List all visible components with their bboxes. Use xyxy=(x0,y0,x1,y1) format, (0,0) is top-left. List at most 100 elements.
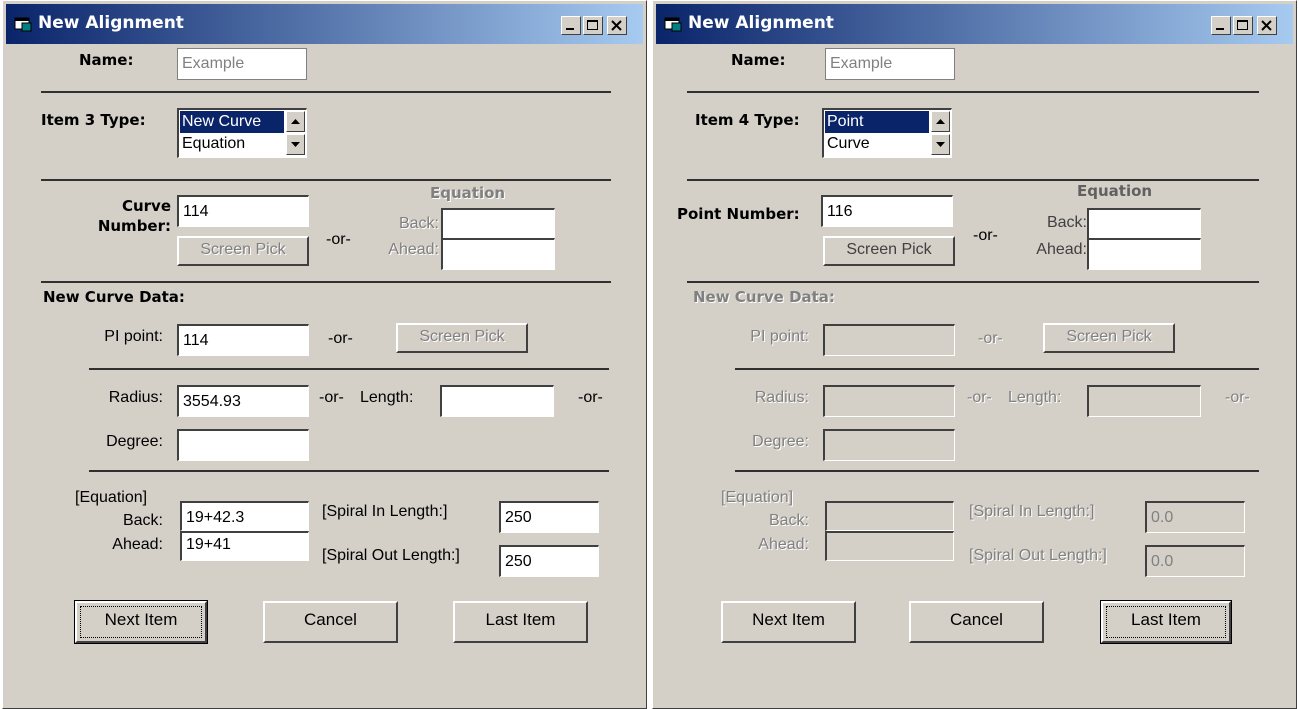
scroll-up-arrow-icon xyxy=(936,119,945,124)
scroll-down-arrow-icon xyxy=(936,142,945,147)
screen-pick-button[interactable]: Screen Pick xyxy=(177,236,309,266)
next-item-button[interactable]: Next Item xyxy=(74,600,208,644)
new-alignment-window-item3: New Alignment Name: Example Item 3 Type:… xyxy=(2,0,647,709)
item-type-listbox[interactable]: Point Curve xyxy=(822,108,952,158)
back-station-field[interactable] xyxy=(825,501,954,531)
separator xyxy=(735,470,1259,472)
item-type-label: Item 3 Type: xyxy=(41,111,146,129)
item-type-label: Item 4 Type: xyxy=(695,111,800,129)
separator xyxy=(41,281,611,283)
screen-pick-button[interactable]: Screen Pick xyxy=(823,236,955,266)
radius-field[interactable] xyxy=(823,385,955,417)
list-item-selected[interactable]: New Curve xyxy=(180,111,284,133)
or-label: -or- xyxy=(973,227,998,244)
equation-heading: Equation xyxy=(1077,182,1153,200)
back-station-field[interactable]: 19+42.3 xyxy=(180,501,309,531)
degree-label: Degree: xyxy=(106,433,163,450)
next-item-button[interactable]: Next Item xyxy=(721,601,856,643)
cancel-button[interactable]: Cancel xyxy=(263,601,398,643)
curve-number-field[interactable]: 114 xyxy=(177,195,309,227)
curve-number-label-line2: Number: xyxy=(97,217,171,235)
minimize-icon xyxy=(1216,28,1224,30)
last-item-button[interactable]: Last Item xyxy=(1100,600,1232,644)
window-title: New Alignment xyxy=(688,13,834,33)
title-bar[interactable]: New Alignment xyxy=(656,4,1293,44)
maximize-button[interactable] xyxy=(583,16,603,35)
spiral-in-length-label: [Spiral In Length:] xyxy=(969,503,1095,520)
ahead-label: Ahead: xyxy=(758,536,809,553)
spiral-in-length-field[interactable]: 250 xyxy=(499,501,599,533)
point-number-field[interactable]: 116 xyxy=(821,195,953,227)
name-label: Name: xyxy=(731,51,786,69)
or-label: -or- xyxy=(1225,389,1250,406)
pi-point-label: PI point: xyxy=(104,328,163,345)
focus-rectangle xyxy=(80,606,202,638)
eq-ahead-field[interactable] xyxy=(1087,238,1201,270)
spiral-out-length-field[interactable]: 250 xyxy=(499,545,599,577)
cancel-button[interactable]: Cancel xyxy=(909,601,1044,643)
list-item[interactable]: Equation xyxy=(180,133,284,155)
degree-field[interactable] xyxy=(177,429,309,461)
spiral-out-length-label: [Spiral Out Length:] xyxy=(969,547,1107,564)
back-label: Back: xyxy=(122,512,163,529)
separator xyxy=(89,368,609,370)
scroll-down-button[interactable] xyxy=(286,134,305,155)
screen-pick-button[interactable]: Screen Pick xyxy=(396,323,528,353)
pi-point-label: PI point: xyxy=(750,328,809,345)
separator xyxy=(89,470,609,472)
eq-back-label: Back: xyxy=(398,215,439,232)
degree-field[interactable] xyxy=(823,429,955,461)
spiral-out-length-label: [Spiral Out Length:] xyxy=(322,547,460,564)
separator xyxy=(687,179,1259,181)
eq-back-field[interactable] xyxy=(1087,208,1201,240)
ahead-station-field[interactable] xyxy=(825,531,954,561)
scroll-up-button[interactable] xyxy=(286,111,305,132)
separator xyxy=(687,91,1259,93)
spiral-in-length-field[interactable]: 0.0 xyxy=(1145,501,1245,533)
equation-bracket-label: [Equation] xyxy=(75,489,148,506)
last-item-button[interactable]: Last Item xyxy=(453,601,588,643)
or-label: -or- xyxy=(328,330,353,347)
spiral-out-length-field[interactable]: 0.0 xyxy=(1145,545,1245,577)
length-field[interactable] xyxy=(440,385,554,417)
point-number-label: Point Number: xyxy=(677,205,800,223)
window-title: New Alignment xyxy=(38,13,184,33)
maximize-button[interactable] xyxy=(1233,16,1253,35)
screen-pick-button[interactable]: Screen Pick xyxy=(1043,323,1175,353)
scroll-up-arrow-icon xyxy=(291,119,300,124)
name-field[interactable]: Example xyxy=(177,48,307,80)
scroll-up-button[interactable] xyxy=(931,111,950,132)
minimize-button[interactable] xyxy=(1211,16,1231,35)
list-item[interactable]: Curve xyxy=(825,133,929,155)
length-field[interactable] xyxy=(1087,385,1201,417)
title-bar[interactable]: New Alignment xyxy=(6,4,643,44)
radius-field[interactable]: 3554.93 xyxy=(177,385,309,417)
eq-back-field[interactable] xyxy=(441,208,555,240)
ahead-label: Ahead: xyxy=(112,536,163,553)
separator xyxy=(41,91,611,93)
app-window-icon xyxy=(664,17,682,32)
pi-point-field[interactable] xyxy=(823,324,955,356)
radius-label: Radius: xyxy=(754,389,809,406)
length-label: Length: xyxy=(360,389,414,406)
new-alignment-window-item4: New Alignment Name: Example Item 4 Type:… xyxy=(652,0,1297,709)
name-field[interactable]: Example xyxy=(825,48,955,80)
ahead-station-field[interactable]: 19+41 xyxy=(180,531,309,561)
app-window-icon xyxy=(14,17,32,32)
separator xyxy=(735,368,1259,370)
separator xyxy=(687,281,1259,283)
close-icon xyxy=(611,20,622,31)
or-label: -or- xyxy=(978,330,1003,347)
minimize-icon xyxy=(566,28,574,30)
eq-ahead-field[interactable] xyxy=(441,238,555,270)
minimize-button[interactable] xyxy=(561,16,581,35)
close-button[interactable] xyxy=(1257,16,1277,35)
close-button[interactable] xyxy=(607,16,627,35)
new-curve-data-heading: New Curve Data: xyxy=(43,288,185,306)
maximize-icon xyxy=(587,20,598,30)
back-label: Back: xyxy=(768,512,809,529)
list-item-selected[interactable]: Point xyxy=(825,111,929,133)
pi-point-field[interactable]: 114 xyxy=(177,324,309,356)
item-type-listbox[interactable]: New Curve Equation xyxy=(177,108,307,158)
scroll-down-button[interactable] xyxy=(931,134,950,155)
